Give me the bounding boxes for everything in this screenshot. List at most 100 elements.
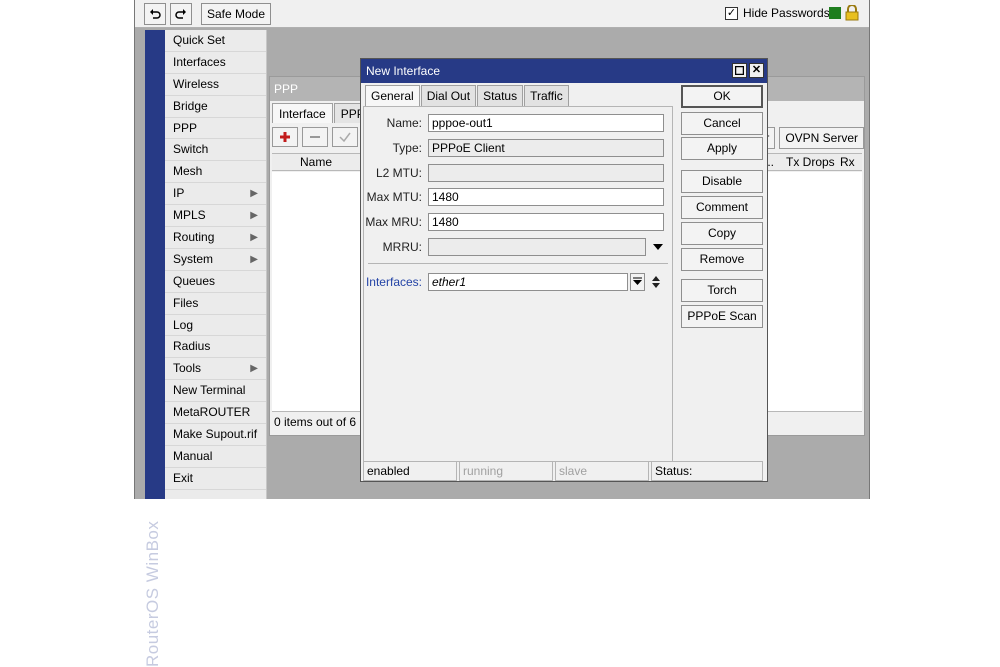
menu-item-label: Interfaces — [173, 54, 226, 69]
add-button[interactable] — [272, 127, 298, 147]
type-row: Type: PPPoE Client — [364, 138, 674, 158]
winbox-window: Safe Mode ✓ Hide Passwords RouterOS WinB… — [134, 0, 870, 667]
l2mtu-field — [428, 164, 664, 182]
type-label: Type: — [392, 141, 422, 155]
maximize-icon — [734, 65, 745, 76]
menu-item-label: PPP — [173, 120, 198, 135]
remove-button[interactable]: Remove — [681, 248, 763, 271]
main-menu: Quick Set Interfaces Wireless Bridge PPP Swit… — [165, 30, 267, 499]
menu-item-interfaces[interactable]: Interfaces — [165, 52, 266, 74]
menu-item-label: Exit — [173, 470, 194, 485]
mrru-input[interactable] — [428, 238, 646, 256]
column-name[interactable]: Name — [300, 154, 332, 171]
tab-interface[interactable]: Interface — [272, 103, 333, 123]
menu-item-queues[interactable]: Queues — [165, 271, 266, 293]
plus-icon — [280, 132, 290, 142]
status-square-icon — [829, 7, 841, 19]
menu-item-label: Bridge — [173, 98, 208, 113]
torch-button[interactable]: Torch — [681, 279, 763, 302]
dialog-status-bar: enabled running slave Status: — [363, 461, 765, 481]
menu-item-ppp[interactable]: PPP — [165, 118, 266, 140]
undo-button[interactable] — [144, 3, 166, 25]
menu-item-log[interactable]: Log — [165, 315, 266, 337]
add-remove-arrows-icon[interactable] — [651, 275, 661, 289]
interfaces-label[interactable]: Interfaces: — [364, 272, 422, 292]
menu-item-label: Files — [173, 295, 199, 310]
remove-button[interactable] — [302, 127, 328, 147]
tab-traffic[interactable]: Traffic — [524, 85, 569, 106]
mrru-label: MRRU: — [382, 240, 422, 254]
submenu-arrow-icon: ▶ — [250, 253, 258, 265]
max-mru-row: Max MRU: 1480 — [364, 212, 674, 232]
l2mtu-row: L2 MTU: — [364, 163, 674, 183]
ovpn-server-button[interactable]: OVPN Server — [779, 127, 864, 149]
max-mtu-input[interactable]: 1480 — [428, 188, 664, 206]
ppp-right-buttons: er OVPN Server — [752, 127, 864, 149]
menu-item-label: System — [173, 251, 214, 266]
l2mtu-label: L2 MTU: — [375, 166, 422, 180]
ok-button[interactable]: OK — [681, 85, 763, 108]
menu-item-quick-set[interactable]: Quick Set — [165, 30, 266, 52]
cancel-button[interactable]: Cancel — [681, 112, 763, 135]
pppoe-scan-button[interactable]: PPPoE Scan — [681, 305, 763, 328]
dialog-title-bar: New Interface ✕ — [361, 59, 767, 83]
disable-button[interactable]: Disable — [681, 170, 763, 193]
menu-item-routing[interactable]: Routing ▶ — [165, 227, 266, 249]
status-enabled: enabled — [363, 461, 457, 481]
enable-button[interactable] — [332, 127, 358, 147]
dialog-body: Name: pppoe-out1 Type: PPPoE Client L2 M… — [363, 106, 673, 462]
main-toolbar: Safe Mode ✓ Hide Passwords — [135, 0, 869, 28]
menu-item-wireless[interactable]: Wireless — [165, 74, 266, 96]
menu-item-label: Routing — [173, 230, 215, 245]
menu-item-switch[interactable]: Switch — [165, 139, 266, 162]
hide-passwords-checkbox[interactable]: ✓ — [725, 6, 738, 20]
comment-button[interactable]: Comment — [681, 196, 763, 219]
mrru-dropdown-icon[interactable] — [653, 244, 663, 250]
tab-general[interactable]: General — [365, 85, 420, 106]
maximize-button[interactable] — [732, 63, 747, 78]
status-slave: slave — [555, 461, 649, 481]
menu-item-mesh[interactable]: Mesh — [165, 161, 266, 184]
menu-item-mpls[interactable]: MPLS ▶ — [165, 205, 266, 228]
status-running: running — [459, 461, 553, 481]
menu-item-label: Switch — [173, 142, 209, 157]
menu-item-new-terminal[interactable]: New Terminal — [165, 380, 266, 403]
safe-mode-button[interactable]: Safe Mode — [201, 3, 271, 25]
interfaces-select[interactable]: ether1 — [428, 273, 628, 291]
brand-text: RouterOS WinBox — [143, 520, 162, 667]
menu-item-label: Queues — [173, 273, 216, 288]
menu-item-system[interactable]: System ▶ — [165, 249, 266, 271]
menu-item-ip[interactable]: IP ▶ — [165, 183, 266, 206]
menu-item-make-supout-rif[interactable]: Make Supout.rif — [165, 424, 266, 446]
name-label: Name: — [386, 116, 422, 130]
type-field: PPPoE Client — [428, 139, 664, 157]
menu-item-exit[interactable]: Exit — [165, 468, 266, 490]
divider — [368, 263, 668, 264]
tab-status[interactable]: Status — [477, 85, 524, 106]
menu-item-radius[interactable]: Radius — [165, 336, 266, 359]
menu-item-label: Tools — [173, 361, 202, 376]
tab-dial-out[interactable]: Dial Out — [420, 85, 477, 106]
menu-item-label: Log — [173, 317, 194, 332]
brand-bar: RouterOS WinBox — [143, 30, 165, 667]
menu-item-bridge[interactable]: Bridge — [165, 96, 266, 118]
close-icon: ✕ — [751, 64, 762, 76]
menu-item-label: MetaROUTER — [173, 405, 251, 420]
column-tx-drops[interactable]: Tx Drops — [786, 154, 835, 171]
menu-item-label: Radius — [173, 339, 211, 354]
close-button[interactable]: ✕ — [749, 63, 764, 78]
interfaces-dropdown-button[interactable] — [630, 273, 645, 291]
copy-button[interactable]: Copy — [681, 222, 763, 245]
menu-item-files[interactable]: Files — [165, 293, 266, 315]
menu-item-metarouter[interactable]: MetaROUTER — [165, 402, 266, 425]
status-text: Status: — [651, 461, 763, 481]
apply-button[interactable]: Apply — [681, 137, 763, 160]
menu-item-tools[interactable]: Tools ▶ — [165, 358, 266, 381]
menu-item-manual[interactable]: Manual — [165, 446, 266, 468]
menu-item-label: Wireless — [173, 76, 220, 91]
dialog-title: New Interface — [366, 64, 441, 78]
max-mru-input[interactable]: 1480 — [428, 213, 664, 231]
redo-button[interactable] — [170, 3, 192, 25]
name-input[interactable]: pppoe-out1 — [428, 114, 664, 132]
hide-passwords-toggle[interactable]: ✓ Hide Passwords — [725, 6, 830, 20]
